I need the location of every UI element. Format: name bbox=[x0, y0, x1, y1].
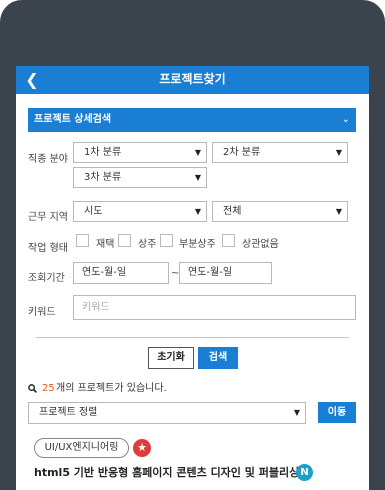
job-category-secondary-select[interactable]: 2차 분류 ▼ bbox=[212, 142, 348, 163]
period-label: 조회기간 bbox=[28, 273, 65, 284]
job-category-tertiary-value: 3차 분류 bbox=[84, 172, 122, 183]
section-divider bbox=[36, 337, 349, 338]
period-end-input[interactable]: 연도-월-일 bbox=[179, 262, 272, 284]
device-frame: ❮ 프로젝트찾기 프로젝트 상세검색 ⌄ 직종 분야 1차 분류 ▼ 2차 분류… bbox=[0, 0, 385, 490]
device-bezel-top bbox=[0, 0, 385, 66]
work-type-any-checkbox[interactable] bbox=[222, 234, 235, 247]
app-header: ❮ 프로젝트찾기 bbox=[16, 66, 369, 94]
work-type-any-label: 상관없음 bbox=[242, 239, 279, 250]
result-count-suffix: 개의 프로젝트가 있습니다. bbox=[56, 383, 167, 394]
work-type-remote-checkbox[interactable] bbox=[76, 234, 89, 247]
dropdown-arrow-icon: ▼ bbox=[335, 207, 342, 216]
dropdown-arrow-icon: ▼ bbox=[194, 173, 201, 182]
chevron-down-icon[interactable]: ⌄ bbox=[342, 108, 350, 132]
dropdown-arrow-icon: ▼ bbox=[293, 408, 300, 417]
work-type-partial-checkbox[interactable] bbox=[160, 234, 173, 247]
job-category-secondary-value: 2차 분류 bbox=[223, 147, 261, 158]
device-bezel-right bbox=[369, 60, 385, 490]
sort-move-button[interactable]: 이동 bbox=[318, 402, 356, 423]
job-category-primary-select[interactable]: 1차 분류 ▼ bbox=[73, 142, 207, 163]
region-city-select[interactable]: 시도 ▼ bbox=[73, 201, 207, 222]
work-type-label: 작업 형태 bbox=[28, 243, 68, 254]
result-count: 25 bbox=[42, 383, 55, 394]
job-field-label: 직종 분야 bbox=[28, 154, 68, 165]
project-sort-value: 프로젝트 정렬 bbox=[39, 407, 98, 418]
page-title: 프로젝트찾기 bbox=[159, 72, 226, 86]
search-button[interactable]: 검색 bbox=[198, 347, 238, 369]
new-badge: N bbox=[296, 464, 313, 481]
project-title[interactable]: html5 기반 반응형 홈페이지 콘텐츠 디자인 및 퍼블리싱 bbox=[34, 464, 299, 480]
period-start-input[interactable]: 연도-월-일 bbox=[73, 262, 169, 284]
work-region-label: 근무 지역 bbox=[28, 212, 68, 223]
dropdown-arrow-icon: ▼ bbox=[194, 207, 201, 216]
region-district-select[interactable]: 전체 ▼ bbox=[212, 201, 348, 222]
category-tag[interactable]: UI/UX엔지니어링 bbox=[34, 438, 129, 458]
dropdown-arrow-icon: ▼ bbox=[194, 148, 201, 157]
search-icon bbox=[28, 384, 37, 393]
region-district-value: 전체 bbox=[223, 206, 242, 217]
keyword-input[interactable]: 키워드 bbox=[73, 295, 356, 320]
work-type-onsite-checkbox[interactable] bbox=[118, 234, 131, 247]
star-icon: ★ bbox=[133, 439, 151, 457]
detail-search-label: 프로젝트 상세검색 bbox=[34, 114, 112, 125]
app-screen: ❮ 프로젝트찾기 프로젝트 상세검색 ⌄ 직종 분야 1차 분류 ▼ 2차 분류… bbox=[16, 66, 369, 490]
work-type-remote-label: 재택 bbox=[96, 239, 115, 250]
period-end-placeholder: 연도-월-일 bbox=[188, 267, 233, 278]
period-start-placeholder: 연도-월-일 bbox=[82, 267, 127, 278]
job-category-primary-value: 1차 분류 bbox=[84, 147, 122, 158]
keyword-placeholder: 키워드 bbox=[82, 302, 110, 313]
job-category-tertiary-select[interactable]: 3차 분류 ▼ bbox=[73, 167, 207, 188]
region-city-value: 시도 bbox=[84, 206, 103, 217]
reset-button[interactable]: 초기화 bbox=[148, 347, 194, 369]
keyword-label: 키워드 bbox=[28, 307, 56, 318]
dropdown-arrow-icon: ▼ bbox=[335, 148, 342, 157]
device-bezel-left bbox=[0, 60, 16, 490]
work-type-partial-label: 부분상주 bbox=[179, 239, 216, 250]
work-type-onsite-label: 상주 bbox=[138, 239, 157, 250]
project-sort-select[interactable]: 프로젝트 정렬 ▼ bbox=[28, 402, 306, 424]
detail-search-panel-header[interactable]: 프로젝트 상세검색 ⌄ bbox=[28, 108, 356, 132]
